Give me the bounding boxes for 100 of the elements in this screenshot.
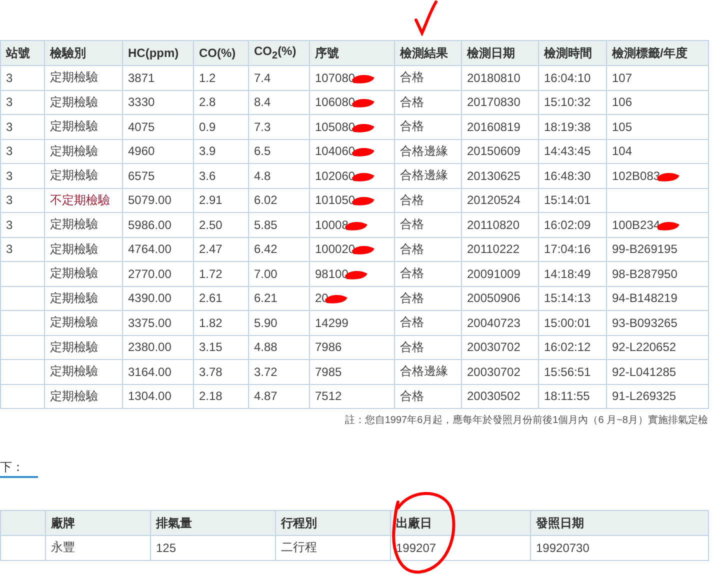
table-cell: 定期檢驗 [44, 384, 122, 408]
tag-number: 91-L269325 [612, 389, 676, 404]
table-cell: 20150609 [462, 139, 538, 164]
table-cell [0, 286, 44, 310]
table-cell: 定期檢驗 [44, 164, 122, 188]
table-cell: 5986.00 [122, 212, 194, 237]
column-header: 檢測時間 [538, 40, 606, 66]
table-cell: 16:02:12 [538, 335, 606, 360]
table-cell: 合格 [394, 237, 462, 262]
table-cell: 合格 [394, 335, 462, 360]
serial-number: 7512 [315, 389, 342, 404]
table-cell: 4960 [122, 139, 194, 164]
column-header: 檢測日期 [462, 40, 538, 66]
tag-number: 92-L041285 [612, 364, 676, 379]
tag-number: 98-B287950 [612, 266, 678, 281]
table-cell: 定期檢驗 [44, 310, 122, 335]
tag-number: 99-B269195 [612, 242, 678, 256]
table-cell: 定期檢驗 [44, 237, 122, 262]
serial-number: 107080 [315, 70, 356, 85]
table-cell [0, 384, 44, 408]
table-cell: 18:11:55 [538, 384, 606, 408]
table-cell: 15:10:32 [538, 90, 606, 114]
table-cell: 定期檢驗 [44, 262, 122, 286]
tag-number: 106 [612, 95, 632, 110]
table-cell: 15:14:13 [538, 286, 606, 310]
table-cell: 合格邊緣 [394, 164, 462, 188]
table-cell: 4.88 [248, 335, 310, 360]
column-header: 檢驗別 [44, 40, 122, 66]
serial-number: 100020 [315, 242, 356, 256]
table-cell: 3 [0, 212, 44, 237]
table-cell: 6575 [122, 164, 194, 188]
table-cell: 1304.00 [122, 384, 194, 408]
section-link[interactable]: 下： [0, 459, 38, 478]
column-header: CO$_{2}$(%) [248, 40, 310, 66]
table-cell: 合格 [394, 262, 462, 286]
table-cell: 6.42 [248, 237, 310, 262]
table-cell: 14:18:49 [538, 262, 606, 286]
serial-number: 101050 [315, 193, 356, 208]
table-cell: 15:14:01 [538, 188, 606, 212]
table-cell: 定期檢驗 [44, 335, 122, 360]
table-cell: 定期檢驗 [44, 286, 122, 310]
tag-number: 93-B093265 [612, 316, 678, 330]
serial-number: 104060 [315, 144, 356, 158]
table-cell: 3 [0, 114, 44, 139]
table-cell: 15:56:51 [538, 360, 606, 384]
table-cell: 15:00:01 [538, 310, 606, 335]
serial-number: 7985 [315, 364, 342, 379]
table-cell: 199207 [390, 536, 530, 560]
table-cell [0, 360, 44, 384]
serial-number: 102060 [315, 168, 356, 183]
table-cell: 16:02:09 [538, 212, 606, 237]
table-cell: 3164.00 [122, 360, 194, 384]
table-cell: 合格邊緣 [394, 360, 462, 384]
table-cell: 16:48:30 [538, 164, 606, 188]
table-cell: 3.78 [194, 360, 248, 384]
column-header: 檢測結果 [394, 40, 462, 66]
table-cell: 6.21 [248, 286, 310, 310]
table-cell: 20180810 [462, 66, 538, 90]
tag-number: 94-B148219 [612, 291, 678, 306]
table-cell: 7.3 [248, 114, 310, 139]
table-cell: 4.87 [248, 384, 310, 408]
table-cell: 20130625 [462, 164, 538, 188]
serial-number: 98100 [315, 266, 348, 281]
table-cell: 二行程 [276, 536, 390, 560]
table-cell: 3871 [122, 66, 194, 90]
table-cell: 定期檢驗 [44, 360, 122, 384]
table-cell: 20120524 [462, 188, 538, 212]
table-cell: 1.2 [194, 66, 248, 90]
checkmark-drawing [414, 0, 438, 36]
table-cell: 3 [0, 139, 44, 164]
tag-number: 104 [612, 144, 632, 158]
column-header: 發照日期 [530, 510, 708, 536]
table-cell: 1.82 [194, 310, 248, 335]
table-cell: 定期檢驗 [44, 90, 122, 114]
table-cell: 20050906 [462, 286, 538, 310]
table-cell: 17:04:16 [538, 237, 606, 262]
table-cell: 6.02 [248, 188, 310, 212]
table-cell: 4390.00 [122, 286, 194, 310]
serial-number: 105080 [315, 120, 356, 134]
table-cell: 合格 [394, 212, 462, 237]
tag-number: 92-L220652 [612, 340, 676, 354]
table-cell: 3 [0, 164, 44, 188]
table-cell: 3330 [122, 90, 194, 114]
column-header: HC(ppm) [122, 40, 194, 66]
table-cell: 20030502 [462, 384, 538, 408]
table-cell [0, 310, 44, 335]
tag-number: 105 [612, 120, 632, 134]
table-cell: 合格 [394, 188, 462, 212]
column-header: 序號 [310, 40, 394, 66]
table-cell [0, 335, 44, 360]
table-cell: 合格 [394, 114, 462, 139]
column-header: 檢測標籤/年度 [606, 40, 708, 66]
table-cell: 不定期檢驗 [44, 188, 122, 212]
table-cell: 2.47 [194, 237, 248, 262]
table-cell: 3.6 [194, 164, 248, 188]
table-cell: 2380.00 [122, 335, 194, 360]
table-cell: 6.5 [248, 139, 310, 164]
table-cell: 18:19:38 [538, 114, 606, 139]
table-cell: 8.4 [248, 90, 310, 114]
table-cell: 3.72 [248, 360, 310, 384]
